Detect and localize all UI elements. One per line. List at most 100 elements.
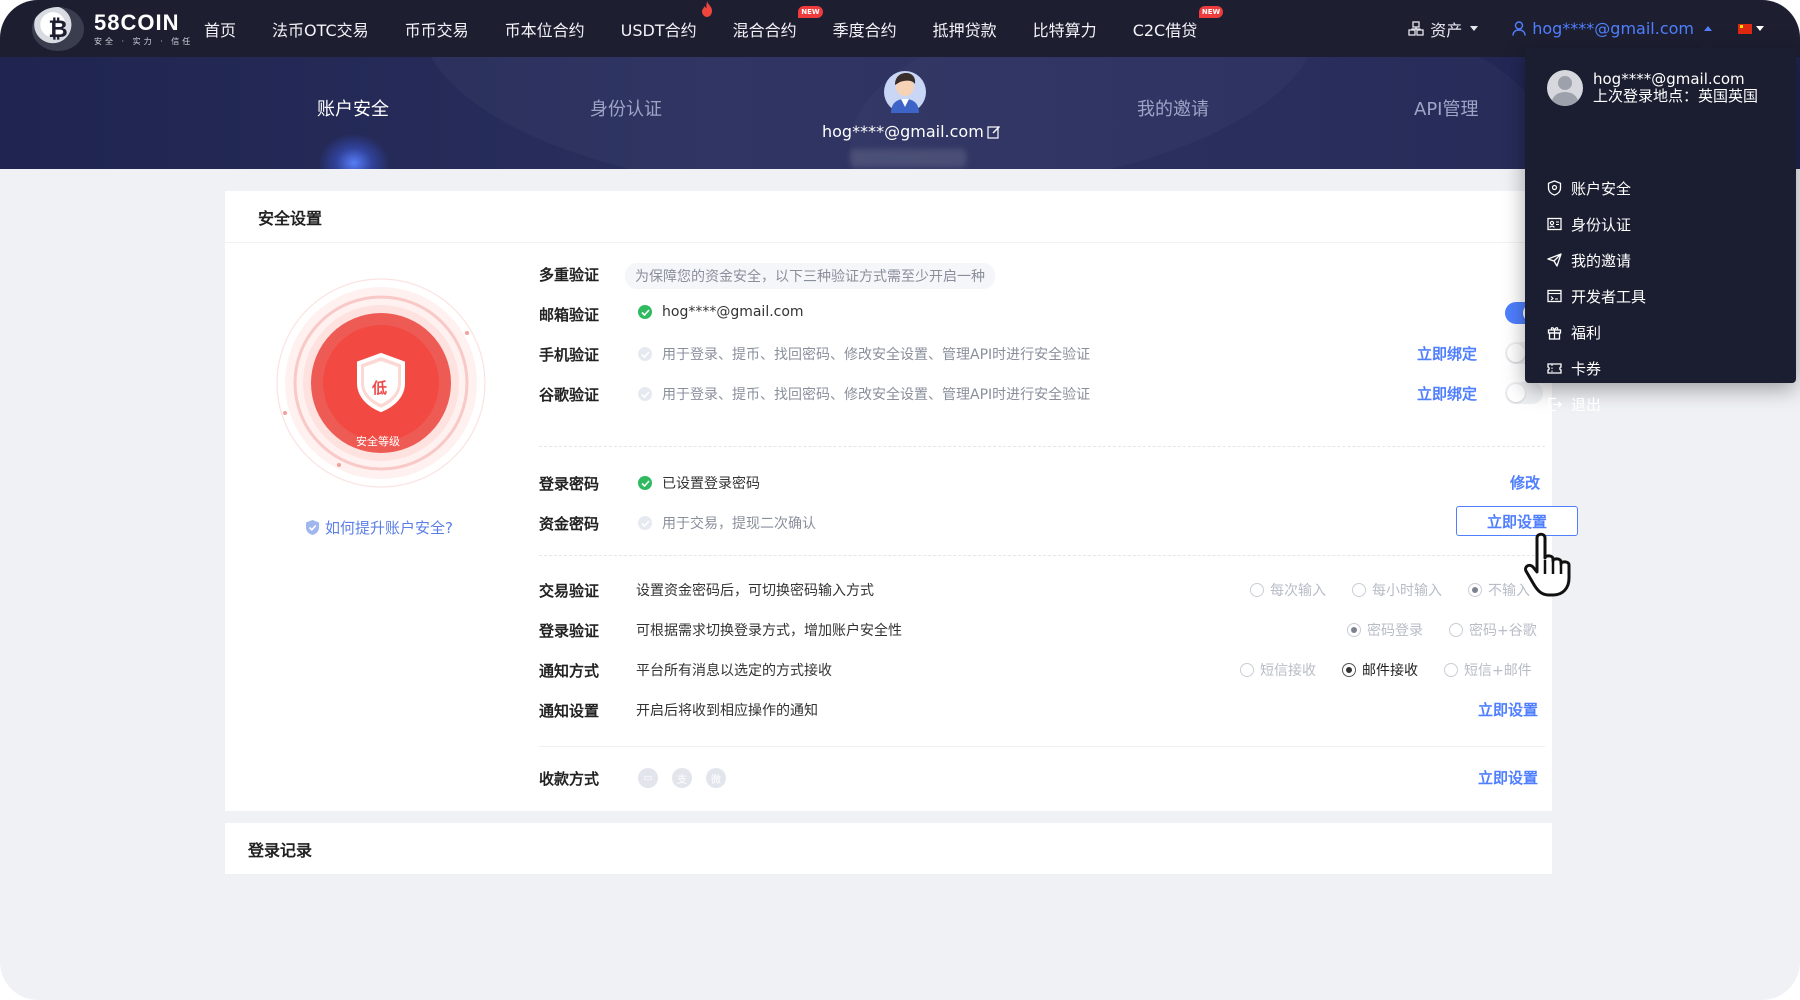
bind-phone-link[interactable]: 立即绑定 [1417, 343, 1477, 364]
radio-no-input[interactable]: 不输入 [1468, 580, 1530, 600]
notify-setting-desc: 开启后将收到相应操作的通知 [636, 703, 818, 719]
dropdown-item-developer-tools[interactable]: 开发者工具 [1547, 278, 1646, 314]
id-card-icon [1547, 217, 1562, 231]
chevron-down-icon [1470, 26, 1479, 31]
nav-item-hashpower[interactable]: 比特算力 [1033, 17, 1097, 41]
dropdown-item-benefits[interactable]: 福利 [1547, 314, 1646, 350]
dropdown-item-label: 退出 [1571, 395, 1602, 414]
bank-card-icon: ▭ [638, 768, 658, 788]
code-window-icon [1547, 289, 1562, 303]
assets-menu[interactable]: 资产 [1408, 17, 1479, 41]
nav-item-home[interactable]: 首页 [204, 17, 236, 41]
trade-verify-desc: 设置资金密码后，可切换密码输入方式 [636, 583, 874, 599]
tab-api-management[interactable]: API管理 [1414, 95, 1478, 121]
nav-item-spot[interactable]: 币币交易 [405, 17, 469, 41]
check-circle-icon [638, 305, 652, 319]
notify-method-options: 短信接收 邮件接收 短信+邮件 [1214, 660, 1532, 680]
dropdown-user-info: hog****@gmail.com 上次登录地点：英国英国 [1547, 70, 1758, 106]
notify-setting-label: 通知设置 [539, 702, 600, 720]
chevron-down-icon [1756, 26, 1764, 31]
radio-label: 密码+谷歌 [1469, 623, 1537, 639]
dropdown-item-label: 开发者工具 [1571, 287, 1647, 306]
dropdown-item-label: 账户安全 [1571, 179, 1632, 198]
main-menu: 首页 法币OTC交易 币币交易 币本位合约 USDT合约 混合合约 NEW 季度… [204, 0, 1233, 57]
payment-setting-link[interactable]: 立即设置 [1478, 767, 1538, 788]
profile-email[interactable]: hog****@gmail.com [822, 122, 1001, 141]
send-icon [1547, 253, 1562, 267]
user-dropdown-menu: hog****@gmail.com 上次登录地点：英国英国 账户安全 身份认证 … [1525, 41, 1796, 414]
payment-icons: ▭ 支 微 [638, 768, 740, 788]
email-verify-value: hog****@gmail.com [662, 304, 804, 320]
hand-pointer-cursor-icon [1524, 532, 1571, 597]
phone-verify-desc-row: 用于登录、提币、找回密码、修改安全设置、管理API时进行安全验证 [638, 344, 1090, 364]
radio-every-time[interactable]: 每次输入 [1250, 580, 1326, 600]
new-badge: NEW [1198, 5, 1224, 18]
nav-item-loan[interactable]: 抵押贷款 [933, 17, 997, 41]
wechat-pay-icon: 微 [706, 768, 726, 788]
radio-password-login[interactable]: 密码登录 [1347, 620, 1423, 640]
nav-item-usdt-contract[interactable]: USDT合约 [620, 0, 712, 41]
phone-verify-desc: 用于登录、提币、找回密码、修改安全设置、管理API时进行安全验证 [662, 347, 1091, 363]
section-divider [539, 555, 1545, 556]
fund-password-desc: 用于交易，提现二次确认 [662, 516, 816, 532]
login-record-title: 登录记录 [248, 841, 313, 860]
radio-sms-email[interactable]: 短信+邮件 [1444, 660, 1532, 680]
nav-item-label: USDT合约 [620, 20, 697, 40]
user-icon [1512, 21, 1526, 36]
nav-item-c2c-lending[interactable]: C2C借贷 NEW [1132, 5, 1224, 41]
avatar[interactable] [882, 65, 928, 115]
logout-icon [1548, 397, 1562, 411]
radio-hourly[interactable]: 每小时输入 [1352, 580, 1442, 600]
dropdown-item-identity[interactable]: 身份认证 [1547, 206, 1646, 242]
language-selector[interactable] [1738, 23, 1764, 34]
nav-item-mixed-contract[interactable]: 混合合约 NEW [733, 5, 823, 41]
shield-icon [1547, 180, 1562, 196]
tab-my-invite[interactable]: 我的邀请 [1137, 95, 1209, 121]
section-divider [539, 446, 1545, 447]
login-verify-options: 密码登录 密码+谷歌 [1321, 620, 1537, 640]
bind-google-link[interactable]: 立即绑定 [1417, 383, 1477, 404]
tab-identity[interactable]: 身份认证 [590, 95, 662, 121]
trade-verify-label: 交易验证 [539, 582, 600, 600]
dropdown-email: hog****@gmail.com [1593, 70, 1745, 88]
nav-item-quarterly[interactable]: 季度合约 [833, 17, 897, 41]
assets-icon [1408, 20, 1424, 36]
radio-label: 短信+邮件 [1464, 663, 1532, 679]
logo[interactable]: ₿ 58COIN 安全 · 实力 · 信任 [32, 4, 193, 54]
google-verify-toggle[interactable] [1505, 382, 1543, 404]
login-verify-label: 登录验证 [539, 622, 600, 640]
edit-icon[interactable] [987, 125, 1001, 139]
nav-item-otc[interactable]: 法币OTC交易 [272, 17, 369, 41]
dropdown-item-coupons[interactable]: 卡券 [1547, 350, 1646, 386]
notify-setting-link[interactable]: 立即设置 [1478, 699, 1538, 720]
improve-security-link[interactable]: 如何提升账户安全? [305, 517, 453, 538]
security-settings-card: 安全设置 低 安全等级 如何提升账户安全? 多重验证 为保障您的资金安全，以下三… [225, 191, 1578, 811]
shield-check-icon [306, 520, 319, 535]
email-verify-label: 邮箱验证 [539, 306, 600, 324]
payment-method-label: 收款方式 [539, 770, 600, 788]
dropdown-item-logout[interactable]: 退出 [1547, 386, 1646, 422]
modify-login-password-link[interactable]: 修改 [1510, 472, 1540, 493]
nav-item-coin-margined[interactable]: 币本位合约 [505, 17, 585, 41]
dropdown-item-invite[interactable]: 我的邀请 [1547, 242, 1646, 278]
logo-name: 58COIN [94, 9, 180, 35]
tab-account-security[interactable]: 账户安全 [317, 95, 389, 121]
radio-label: 每次输入 [1270, 583, 1326, 599]
app-window: ₿ 58COIN 安全 · 实力 · 信任 首页 法币OTC交易 币币交易 币本… [0, 0, 1800, 1000]
login-record-card: 登录记录 [225, 823, 1552, 874]
dropdown-item-account-security[interactable]: 账户安全 [1547, 170, 1646, 206]
nav-item-label: C2C借贷 [1132, 20, 1198, 40]
email-verify-status: hog****@gmail.com [638, 304, 804, 320]
user-email: hog****@gmail.com [1532, 19, 1694, 38]
dropdown-item-label: 福利 [1571, 323, 1602, 342]
phone-verify-label: 手机验证 [539, 346, 600, 364]
radio-sms[interactable]: 短信接收 [1240, 660, 1316, 680]
google-verify-desc: 用于登录、提币、找回密码、修改安全设置、管理API时进行安全验证 [662, 387, 1091, 403]
new-badge: NEW [798, 5, 823, 18]
user-menu[interactable]: hog****@gmail.com [1512, 19, 1712, 38]
google-verify-label: 谷歌验证 [539, 386, 600, 404]
active-tab-indicator [318, 133, 390, 169]
radio-label: 每小时输入 [1372, 583, 1442, 599]
radio-password-google[interactable]: 密码+谷歌 [1449, 620, 1537, 640]
radio-email[interactable]: 邮件接收 [1342, 660, 1418, 680]
